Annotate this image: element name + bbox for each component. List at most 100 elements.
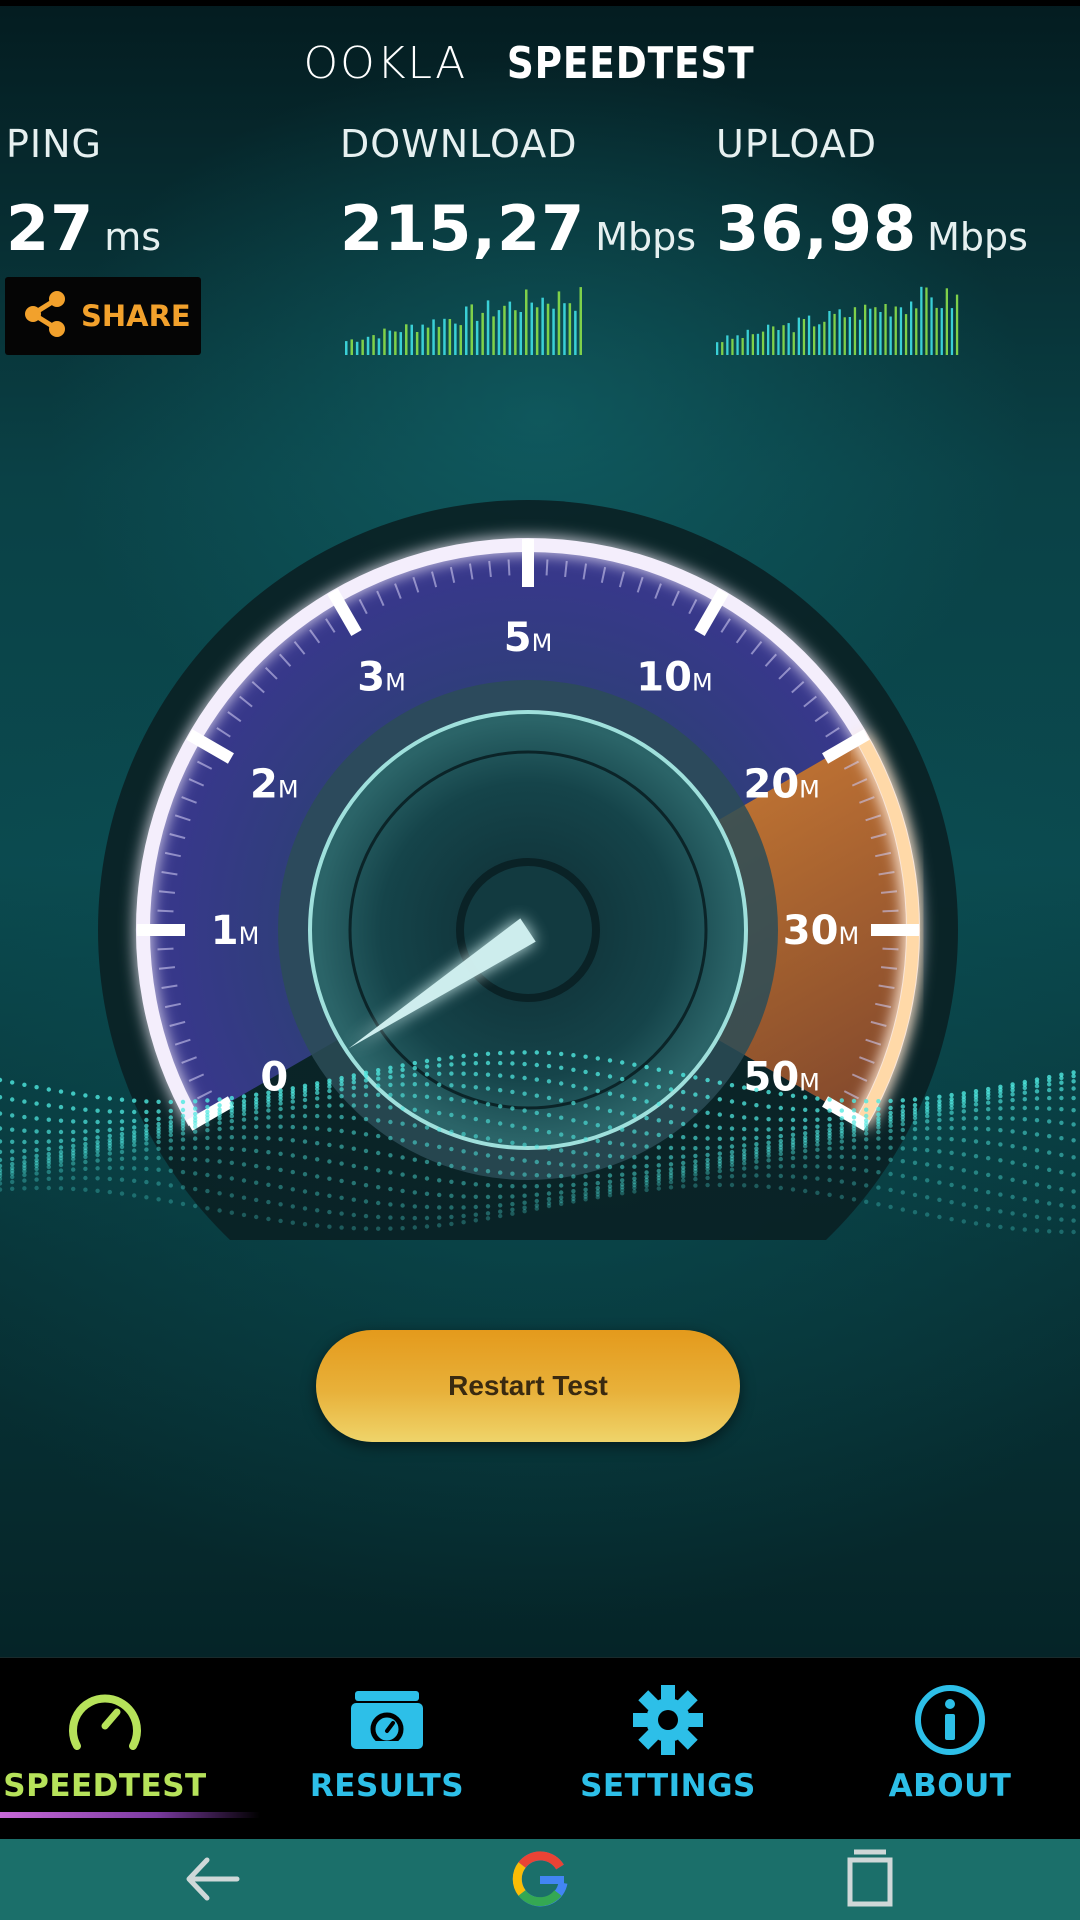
wave-dot [498,1088,503,1093]
wave-dot [1059,1136,1064,1141]
wave-dot [217,1120,222,1126]
sparkline-bar [388,330,392,355]
wave-dot [522,1158,527,1163]
wave-dot [668,1145,674,1151]
wave-dot [327,1084,332,1089]
wave-dot [241,1147,247,1153]
wave-dot [607,1108,613,1114]
wave-dot [864,1099,869,1104]
wave-dot [107,1151,113,1156]
wave-dot [803,1117,808,1123]
wave-dot [595,1173,600,1179]
sparkline-bar [361,339,364,355]
wave-dot [278,1202,283,1207]
wave-dot [510,1123,515,1128]
wave-dot [351,1146,356,1151]
wave-dot [363,1183,369,1188]
wave-dot [498,1194,503,1200]
sparkline-bar [443,318,446,355]
restart-test-button[interactable]: Restart Test [316,1330,740,1442]
wave-dot [327,1114,332,1119]
wave-dot [827,1136,832,1142]
wave-dot [119,1119,125,1124]
wave-dot [156,1139,161,1145]
wave-dot [583,1136,588,1142]
sparkline-bar [568,303,572,355]
wave-dot [205,1172,210,1178]
nav-label-results: RESULTS [309,1768,465,1804]
wave-dot [485,1194,491,1200]
wave-dot [1047,1119,1052,1124]
wave-dot [327,1159,332,1164]
wave-dot [412,1060,417,1066]
share-label: SHARE [81,299,191,333]
sparkline-bar [405,324,408,355]
wave-dot [998,1209,1003,1214]
wave-dot [144,1099,149,1104]
wave-dot [534,1050,539,1055]
wave-dot [656,1155,661,1160]
sparkline-bar [797,317,800,355]
wave-dot [46,1129,51,1135]
wave-dot [461,1194,466,1199]
nav-item-speedtest[interactable]: SPEEDTEST [0,1658,260,1840]
wave-dot [864,1183,869,1188]
nav-item-results[interactable]: RESULTS [287,1658,487,1840]
wave-dot [363,1148,369,1154]
wave-dot [717,1097,722,1102]
wave-dot [95,1166,100,1171]
wave-dot [83,1107,88,1112]
wave-dot [510,1050,515,1055]
wave-dot [327,1209,332,1215]
sparkline-bar [955,294,959,355]
nav-item-settings[interactable]: SETTINGS [568,1658,768,1840]
wave-dot [290,1169,295,1175]
wave-dot [315,1086,320,1092]
wave-dot [437,1057,442,1062]
wave-dot [803,1188,808,1194]
wave-dot [790,1187,796,1192]
wave-dot [742,1136,747,1141]
wave-dot [559,1162,564,1167]
wave-dot [34,1171,39,1176]
wave-dot [302,1104,308,1110]
wave-dot [632,1062,637,1067]
google-g-icon[interactable] [505,1849,575,1909]
wave-dot [693,1092,698,1097]
wave-dot [119,1126,125,1132]
back-arrow-icon[interactable] [176,1849,246,1909]
wave-dot [522,1050,527,1055]
wave-dot [34,1177,39,1182]
wave-dot [961,1109,966,1114]
wave-dot [485,1211,491,1216]
wave-dot [986,1107,991,1112]
wave-dot [327,1095,332,1100]
wave-dot [815,1124,820,1129]
wave-dot [693,1108,698,1114]
wave-dot [205,1188,210,1194]
wave-dot [839,1139,844,1144]
wave-dot [278,1097,283,1102]
wave-dot [583,1197,588,1202]
wave-dot [717,1136,722,1142]
sparkline-bar [874,307,877,355]
wave-dot [473,1167,478,1172]
recents-icon[interactable] [835,1849,905,1909]
nav-item-about[interactable]: ABOUT [850,1658,1050,1840]
wave-dot [107,1127,113,1133]
wave-dot [559,1051,564,1057]
wave-dot [315,1103,320,1109]
wave-dot [363,1226,369,1231]
wave-dot [925,1178,930,1183]
wave-dot [851,1138,857,1143]
wave-dot [71,1143,76,1149]
wave-dot [424,1082,430,1087]
wave-dot [937,1125,942,1131]
wave-dot [10,1186,15,1192]
wave-dot [876,1129,881,1135]
wave-dot [778,1117,783,1122]
wave-dot [1034,1182,1040,1187]
wave-dot [790,1174,796,1179]
wave-dot [534,1127,539,1133]
share-button[interactable]: SHARE [5,277,201,355]
